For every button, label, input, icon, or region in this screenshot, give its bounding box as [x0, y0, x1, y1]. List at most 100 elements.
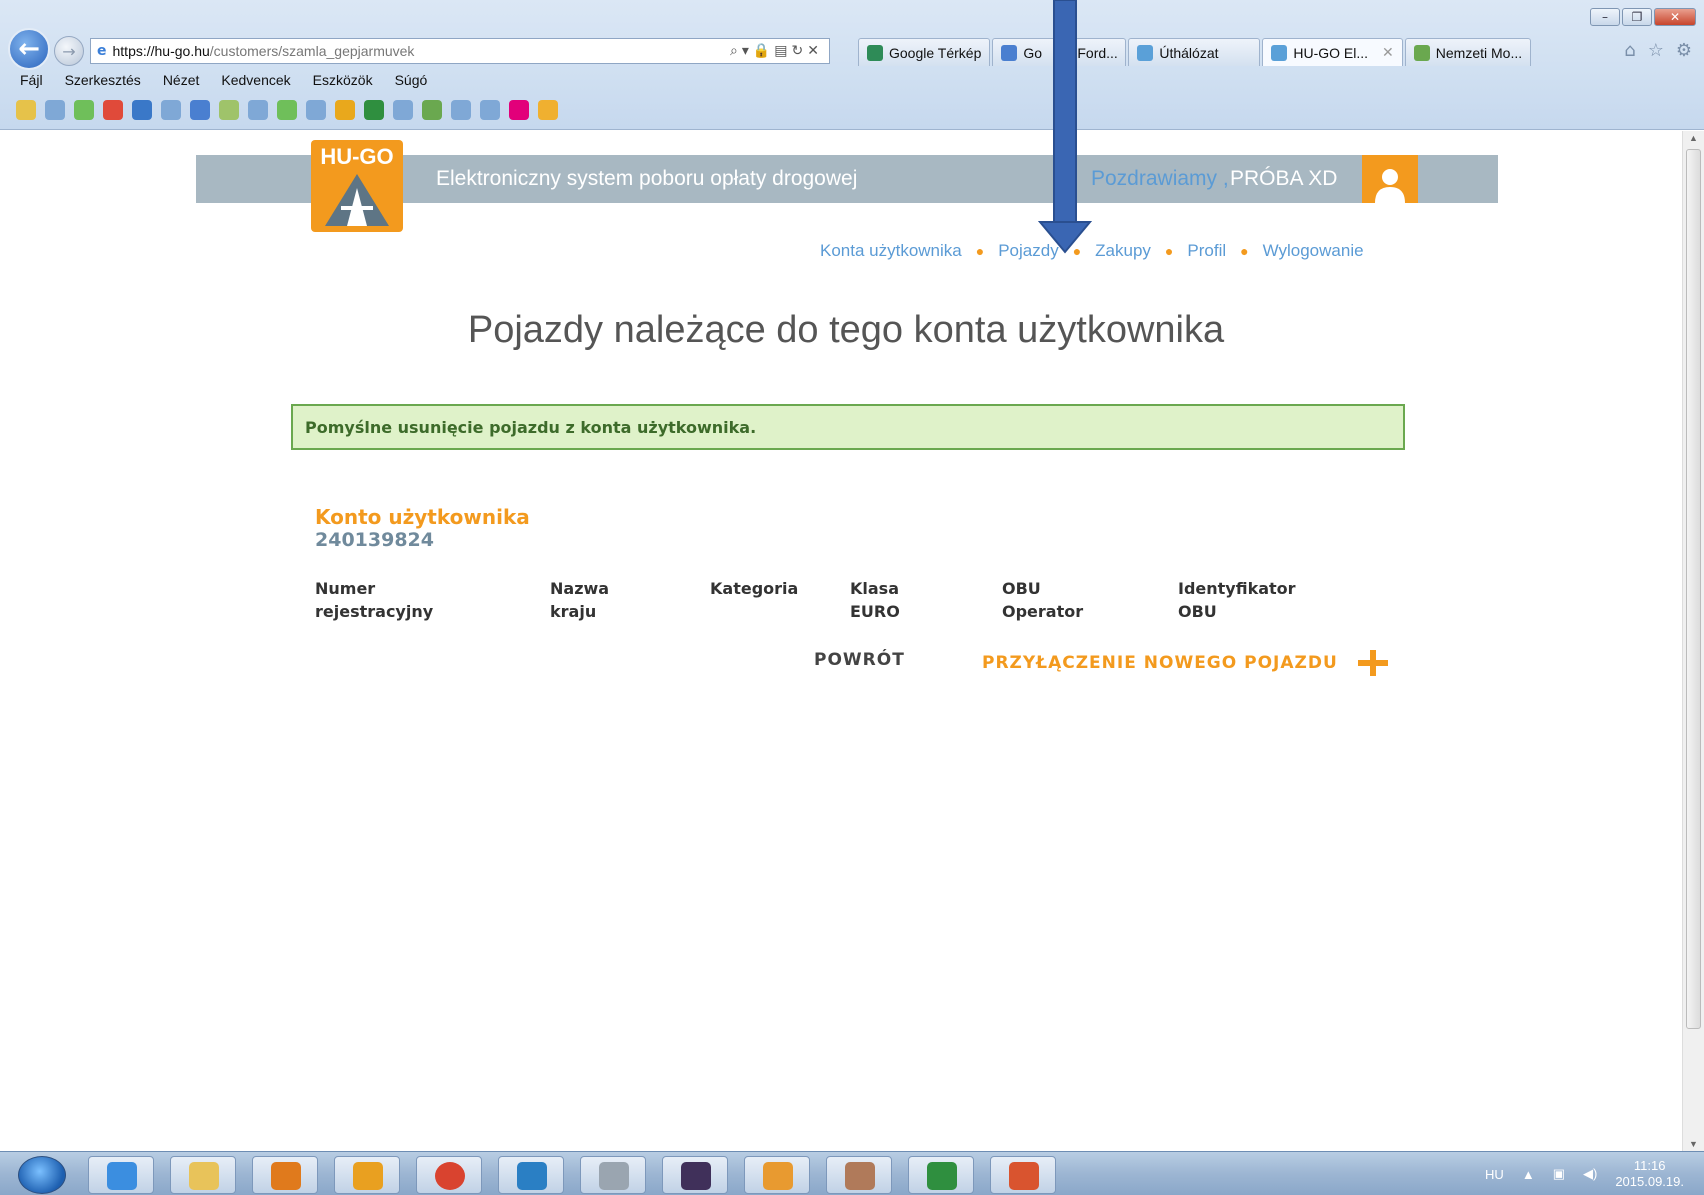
favorite-link-icon[interactable]	[248, 100, 268, 120]
telekom-icon[interactable]	[509, 100, 529, 120]
column-header-line: EURO	[850, 602, 900, 621]
tab-strip: Google Térkép Go Ford... Úthálózat HU-GO…	[858, 38, 1533, 66]
taskbar-lync-icon[interactable]	[498, 1156, 564, 1194]
add-vehicle-button[interactable]: PRZYŁĄCZENIE NOWEGO POJAZDU	[982, 650, 1388, 676]
taskbar-app-icon[interactable]	[580, 1156, 646, 1194]
menu-file[interactable]: Fájl	[20, 72, 43, 88]
scroll-down-icon[interactable]: ▼	[1689, 1139, 1698, 1149]
column-header-line: Kategoria	[710, 579, 799, 598]
back-arrow-icon[interactable]: ←	[8, 28, 50, 70]
tab-label: Nemzeti Mo...	[1435, 44, 1523, 61]
favorite-link-icon[interactable]	[538, 100, 558, 120]
star-icon[interactable]: ☆	[1648, 40, 1664, 61]
favorite-link-icon[interactable]	[74, 100, 94, 120]
language-indicator[interactable]: HU	[1485, 1167, 1504, 1182]
favorite-link-icon[interactable]	[190, 100, 210, 120]
address-tools-icons[interactable]: ⌕▾🔒▤↻✕	[730, 43, 823, 59]
network-icon[interactable]: ▣	[1553, 1166, 1565, 1182]
add-vehicle-label: PRZYŁĄCZENIE NOWEGO POJAZDU	[982, 653, 1338, 673]
tab-nemzeti[interactable]: Nemzeti Mo...	[1404, 38, 1532, 66]
taskbar-app-icon[interactable]	[744, 1156, 810, 1194]
scroll-thumb[interactable]	[1686, 149, 1701, 1029]
address-bar[interactable]: e https://hu-go.hu /customers/szamla_gep…	[90, 38, 830, 64]
window-controls: – ❐ ✕	[1590, 8, 1696, 26]
plus-icon	[1357, 650, 1388, 676]
favorite-link-icon[interactable]	[335, 100, 355, 120]
taskbar-contacts-icon[interactable]	[826, 1156, 892, 1194]
menu-edit[interactable]: Szerkesztés	[65, 72, 141, 88]
user-avatar-icon[interactable]	[1362, 155, 1418, 203]
column-header-line: Klasa	[850, 579, 899, 598]
account-number: 240139824	[315, 529, 434, 551]
hugo-logo[interactable]: HU-GO	[311, 140, 403, 232]
gear-icon[interactable]: ⚙	[1676, 40, 1692, 61]
menu-bar: Fájl Szerkesztés Nézet Kedvencek Eszközö…	[20, 72, 427, 88]
browser-chrome: – ❐ ✕ ← → e https://hu-go.hu /customers/…	[0, 0, 1704, 130]
volume-icon[interactable]: ◀)	[1583, 1166, 1597, 1182]
taskbar-media-icon[interactable]	[252, 1156, 318, 1194]
nav-logout[interactable]: Wylogowanie	[1263, 241, 1364, 261]
favorite-link-icon[interactable]	[364, 100, 384, 120]
taskbar-chrome-icon[interactable]	[416, 1156, 482, 1194]
forward-arrow-icon[interactable]: →	[54, 36, 84, 66]
taskbar-outlook-icon[interactable]	[334, 1156, 400, 1194]
minimize-button[interactable]: –	[1590, 8, 1620, 26]
taskbar-phone-icon[interactable]	[662, 1156, 728, 1194]
favorite-link-icon[interactable]	[480, 100, 500, 120]
browser-toolbar-right: ⌂ ☆ ⚙	[1624, 40, 1692, 61]
column-header-line: rejestracyjny	[315, 602, 434, 621]
url-host: https://hu-go.hu	[112, 43, 210, 59]
favorite-link-icon[interactable]	[219, 100, 239, 120]
favorite-link-icon[interactable]	[422, 100, 442, 120]
column-header-line: Identyfikator	[1178, 579, 1296, 598]
close-window-button[interactable]: ✕	[1654, 8, 1696, 26]
taskbar-ie-icon[interactable]	[88, 1156, 154, 1194]
favorite-link-icon[interactable]	[161, 100, 181, 120]
favorite-link-icon[interactable]	[103, 100, 123, 120]
tab-google-maps[interactable]: Google Térkép	[858, 38, 991, 66]
menu-help[interactable]: Súgó	[395, 72, 428, 88]
favorite-link-icon[interactable]	[277, 100, 297, 120]
system-tray: HU ▲ ▣ ◀) 11:16 2015.09.19.	[1485, 1158, 1684, 1190]
favorite-link-icon[interactable]	[393, 100, 413, 120]
home-icon[interactable]: ⌂	[1624, 40, 1635, 61]
navigation-row: ← → e https://hu-go.hu /customers/szamla…	[8, 28, 830, 70]
maps-icon	[867, 44, 883, 61]
nav-separator: ●	[975, 243, 985, 259]
menu-view[interactable]: Nézet	[163, 72, 200, 88]
site-icon: e	[97, 43, 107, 59]
column-header-plate: Numer rejestracyjny	[315, 577, 515, 623]
clock-date: 2015.09.19.	[1615, 1174, 1684, 1189]
nav-purchases[interactable]: Zakupy	[1095, 241, 1151, 261]
nav-user-accounts[interactable]: Konta użytkownika	[820, 241, 962, 261]
column-header-line: Numer	[315, 579, 376, 598]
tab-close-icon[interactable]: ✕	[1382, 44, 1394, 61]
menu-tools[interactable]: Eszközök	[313, 72, 373, 88]
tab-hugo[interactable]: HU-GO El... ✕	[1262, 38, 1403, 66]
favorite-link-icon[interactable]	[45, 100, 65, 120]
vertical-scrollbar[interactable]: ▲ ▼	[1682, 131, 1704, 1151]
menu-favorites[interactable]: Kedvencek	[221, 72, 290, 88]
back-button[interactable]: POWRÓT	[814, 650, 905, 670]
taskbar-excel-icon[interactable]	[908, 1156, 974, 1194]
favorite-link-icon[interactable]	[451, 100, 471, 120]
maximize-button[interactable]: ❐	[1622, 8, 1652, 26]
column-header-line: Nazwa	[550, 579, 610, 598]
scroll-up-icon[interactable]: ▲	[1689, 133, 1698, 143]
favorites-star-icon[interactable]	[16, 100, 36, 120]
start-button-icon[interactable]	[18, 1156, 66, 1194]
tray-arrow-icon[interactable]: ▲	[1522, 1167, 1535, 1182]
column-header-euro-class: Klasa EURO	[850, 577, 970, 623]
nav-profile[interactable]: Profil	[1187, 241, 1226, 261]
taskbar-explorer-icon[interactable]	[170, 1156, 236, 1194]
favorite-link-icon[interactable]	[306, 100, 326, 120]
column-header-line: OBU	[1178, 602, 1217, 621]
tab-uthalozat[interactable]: Úthálózat	[1128, 38, 1261, 66]
nav-separator: ●	[1164, 243, 1174, 259]
greeting-text: Pozdrawiamy ,	[1091, 167, 1229, 190]
windows-taskbar: HU ▲ ▣ ◀) 11:16 2015.09.19.	[0, 1151, 1704, 1195]
favorite-link-icon[interactable]	[132, 100, 152, 120]
clock[interactable]: 11:16 2015.09.19.	[1615, 1158, 1684, 1190]
tab-label: Google Térkép	[889, 44, 982, 61]
taskbar-powerpoint-icon[interactable]	[990, 1156, 1056, 1194]
